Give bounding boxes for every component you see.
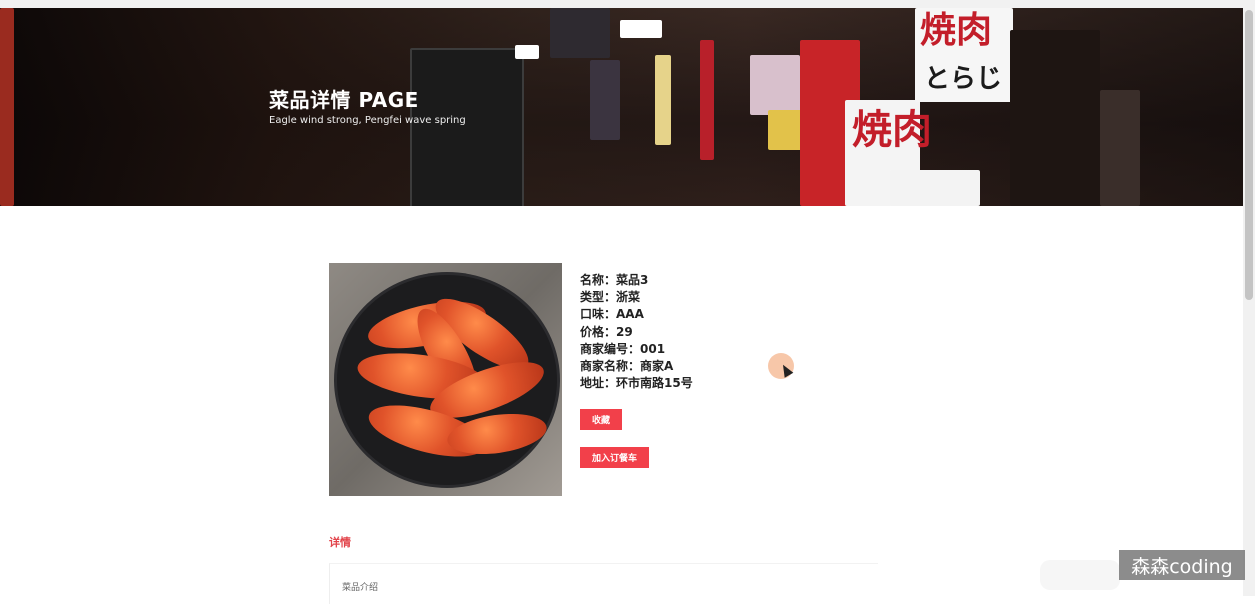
field-value: 浙菜 [616, 290, 641, 305]
info-row-merchant-name: 商家名称：商家A [580, 358, 693, 375]
details-section-title: 详情 [329, 536, 351, 549]
field-label: 价格： [580, 324, 617, 339]
banner-sign [590, 60, 620, 140]
banner-sign-text: とらじ [924, 64, 1003, 94]
field-label: 地址： [580, 376, 617, 391]
banner-sign-text: 焼肉 [920, 9, 993, 51]
banner-sign [655, 55, 671, 145]
field-label: 名称： [580, 273, 617, 287]
info-row-price: 价格：29 [580, 324, 693, 341]
field-label: 商家编号： [580, 341, 641, 356]
blur-overlay [1040, 560, 1120, 590]
banner-sign [1010, 30, 1100, 206]
details-panel [329, 563, 878, 604]
info-row-name: 名称：菜品3 [580, 272, 693, 289]
banner-lantern [890, 170, 980, 206]
banner-sign [0, 8, 14, 206]
banner-sign [410, 48, 524, 206]
field-value: 环市南路15号 [616, 376, 693, 391]
scrollbar[interactable] [1243, 0, 1255, 596]
hero-banner: 焼肉 とらじ 焼肉 菜品详情 PAGE Eagle wind strong, P… [0, 0, 1243, 206]
field-value: AAA [616, 307, 644, 322]
banner-sign [550, 8, 610, 58]
banner-sign [700, 40, 714, 160]
top-strip [0, 0, 1243, 8]
field-value: 001 [640, 341, 666, 356]
page-title: 菜品详情 PAGE [269, 88, 419, 112]
watermark: 森森coding [1119, 550, 1245, 580]
field-value: 商家A [640, 359, 674, 374]
banner-sign [515, 45, 539, 59]
field-label: 类型： [580, 290, 617, 305]
banner-sign [750, 55, 800, 115]
dish-info: 名称：菜品3 类型：浙菜 口味：AAA 价格：29 商家编号：001 商家名称：… [580, 272, 693, 392]
info-row-merchant-id: 商家编号：001 [580, 341, 693, 358]
dish-intro-text: 菜品介绍 [342, 583, 379, 593]
banner-sign [1100, 90, 1140, 206]
field-value: 菜品3 [616, 273, 649, 287]
banner-sign-text: 焼肉 [852, 106, 932, 153]
field-value: 29 [616, 324, 633, 339]
page-subtitle: Eagle wind strong, Pengfei wave spring [269, 115, 466, 126]
banner-sign [620, 20, 662, 38]
field-label: 商家名称： [580, 359, 641, 374]
field-label: 口味： [580, 307, 617, 322]
info-row-address: 地址：环市南路15号 [580, 375, 693, 392]
dish-image [329, 263, 562, 496]
add-to-cart-button[interactable]: 加入订餐车 [580, 447, 649, 468]
info-row-taste: 口味：AAA [580, 306, 693, 323]
favorite-button[interactable]: 收藏 [580, 409, 622, 430]
plate [337, 275, 557, 485]
info-row-type: 类型：浙菜 [580, 289, 693, 306]
scrollbar-thumb[interactable] [1245, 10, 1253, 300]
